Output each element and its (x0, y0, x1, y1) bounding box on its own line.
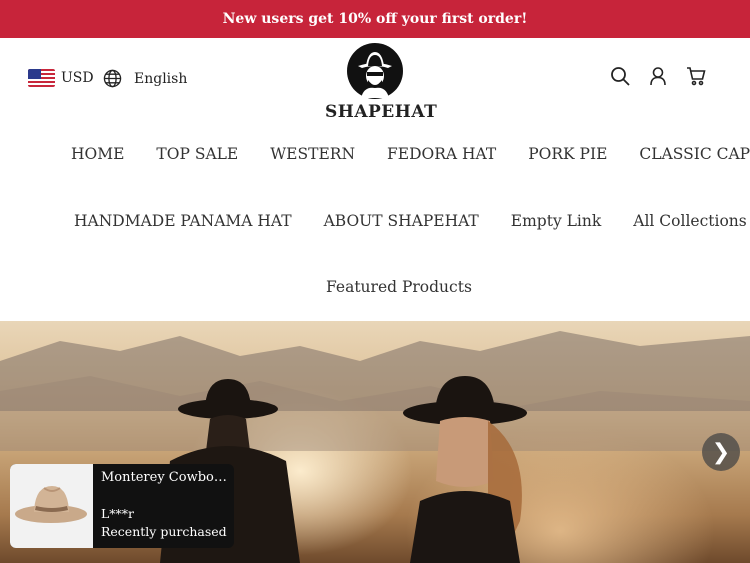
popup-product-title: Monterey Cowboy Hat (101, 470, 229, 485)
account-icon[interactable] (648, 66, 668, 86)
nav-item-all-collections[interactable]: All Collections (633, 212, 746, 230)
announcement-text: New users get 10% off your first order! (222, 11, 528, 27)
logo-emblem (347, 43, 403, 99)
site-logo[interactable]: SHAPEHAT (325, 42, 438, 122)
nav-item-handmade-panama-hat[interactable]: HANDMADE PANAMA HAT (74, 212, 292, 230)
product-thumbnail (10, 464, 93, 548)
currency-label: USD (61, 70, 94, 86)
recent-purchase-popup[interactable]: Monterey Cowboy Hat L***r Recently purch… (10, 464, 234, 548)
language-selector[interactable]: English (103, 69, 187, 88)
nav-item-top-sale[interactable]: TOP SALE (156, 145, 238, 163)
nav-item-fedora-hat[interactable]: FEDORA HAT (387, 145, 496, 163)
announcement-bar[interactable]: New users get 10% off your first order! (0, 0, 750, 38)
nav-item-home[interactable]: HOME (71, 145, 124, 163)
nav-item-empty-link[interactable]: Empty Link (511, 212, 601, 230)
globe-icon (103, 69, 122, 88)
currency-selector[interactable]: USD (28, 69, 94, 87)
nav-item-pork-pie[interactable]: PORK PIE (528, 145, 607, 163)
header-actions (610, 66, 706, 86)
cart-icon[interactable] (686, 66, 706, 86)
chevron-right-icon: ❯ (711, 439, 731, 465)
popup-buyer-name: L***r (101, 506, 135, 521)
logo-text: SHAPEHAT (325, 102, 438, 122)
nav-row-2: HANDMADE PANAMA HAT ABOUT SHAPEHAT Empty… (74, 212, 747, 230)
popup-status-text: Recently purchased (101, 524, 227, 539)
nav-row-3: Featured Products (326, 278, 472, 296)
nav-item-classic-cap[interactable]: CLASSIC CAP (639, 145, 750, 163)
carousel-next-button[interactable]: ❯ (702, 433, 740, 471)
flag-us-icon (28, 69, 55, 87)
nav-item-western[interactable]: WESTERN (270, 145, 355, 163)
site-header: USD English SHAPEHAT (0, 38, 750, 122)
nav-item-featured-products[interactable]: Featured Products (326, 278, 472, 296)
nav-row-1: HOME TOP SALE WESTERN FEDORA HAT PORK PI… (71, 145, 750, 163)
language-label: English (134, 70, 188, 87)
nav-item-about-shapehat[interactable]: ABOUT SHAPEHAT (324, 212, 479, 230)
search-icon[interactable] (610, 66, 630, 86)
